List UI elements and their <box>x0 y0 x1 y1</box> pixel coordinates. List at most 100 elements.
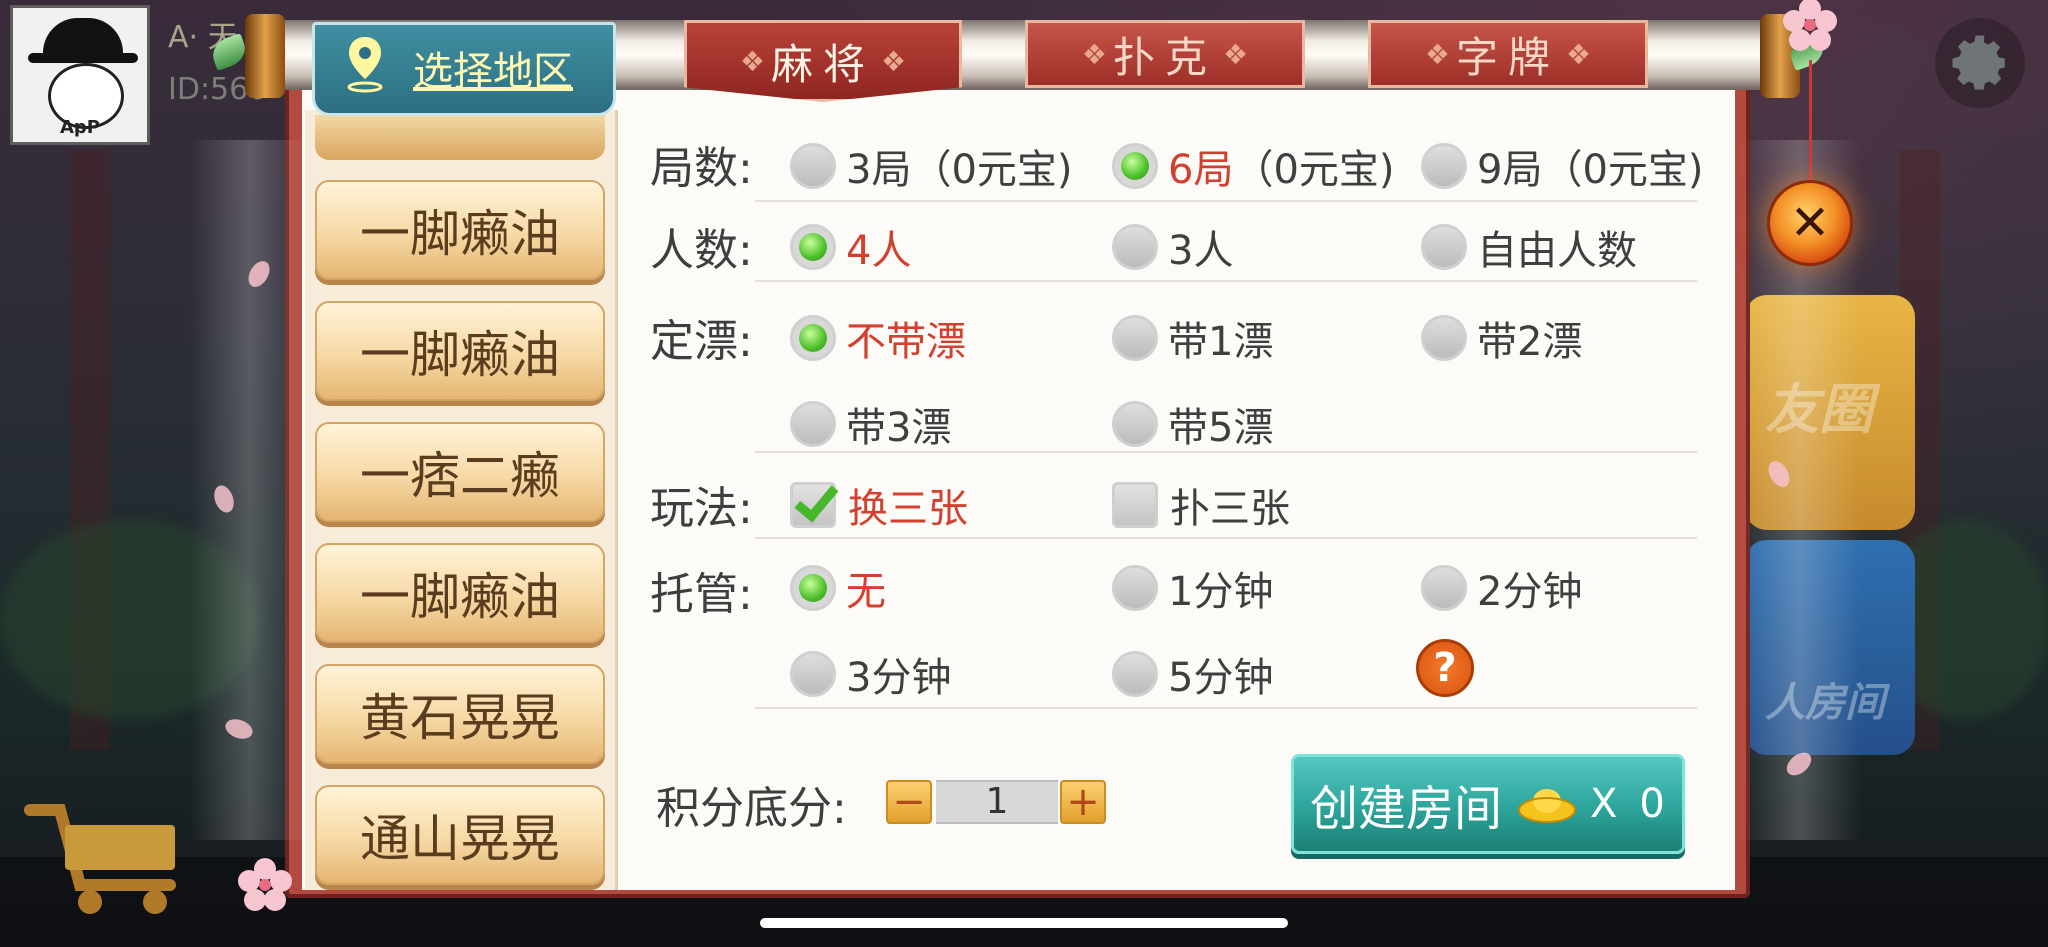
home-indicator[interactable] <box>760 918 1288 928</box>
auto-help-button[interactable]: ? <box>1416 639 1474 697</box>
radio-rounds-9[interactable]: 9局（0元宝) <box>1421 137 1704 195</box>
game-item[interactable]: 通山晃晃 <box>315 785 605 885</box>
radio-rounds-6[interactable]: 6局 （0元宝) <box>1112 137 1395 195</box>
radio-piao-2[interactable]: 带2漂 <box>1421 309 1582 367</box>
score-minus-button[interactable]: − <box>886 779 932 825</box>
score-plus-button[interactable]: + <box>1060 779 1106 825</box>
radio-icon <box>1112 224 1158 270</box>
checkbox-swap-three-label: 换三张 <box>848 486 968 532</box>
option-label-rules: 玩法: <box>650 483 753 534</box>
checkmark-icon <box>790 482 836 528</box>
option-label-players: 人数: <box>650 225 753 276</box>
radio-icon <box>790 401 836 447</box>
radio-icon <box>1421 315 1467 361</box>
radio-auto-none[interactable]: 无 <box>790 559 886 617</box>
radio-piao-none[interactable]: 不带漂 <box>790 309 966 367</box>
create-cost-count: 0 <box>1639 781 1665 827</box>
close-icon: ✕ <box>1789 195 1831 251</box>
radio-rounds-6-suffix: （0元宝) <box>1233 147 1395 193</box>
tab-poker-label: 扑克 <box>1112 32 1217 82</box>
score-label: 积分底分: <box>656 783 847 834</box>
radio-players-4-label: 4人 <box>846 228 912 274</box>
shop-cart-icon[interactable] <box>20 790 190 920</box>
game-list-partial-item <box>315 115 605 160</box>
tab-zipai[interactable]: ❖ 字牌 ❖ <box>1368 20 1648 88</box>
radio-players-4[interactable]: 4人 <box>790 218 911 276</box>
flower-decoration <box>238 858 292 911</box>
tab-mahjong[interactable]: ❖ 麻将 ❖ <box>684 20 962 102</box>
radio-auto-5min-label: 5分钟 <box>1168 655 1274 701</box>
radio-piao-3[interactable]: 带3漂 <box>790 395 951 453</box>
radio-icon <box>790 143 836 189</box>
radio-auto-2min[interactable]: 2分钟 <box>1421 559 1582 617</box>
divider <box>755 280 1697 282</box>
checkbox-icon <box>1112 482 1158 528</box>
radio-rounds-6-label: 6局 <box>1168 147 1234 193</box>
radio-icon <box>1421 565 1467 611</box>
radio-selected-icon <box>1112 143 1158 189</box>
game-item[interactable]: 一脚癞油 <box>315 301 605 401</box>
tab-mahjong-label: 麻将 <box>770 39 875 89</box>
flower-decoration <box>1783 0 1837 51</box>
game-item[interactable]: 一脚癞油 <box>315 180 605 280</box>
radio-auto-3min[interactable]: 3分钟 <box>790 645 951 703</box>
radio-auto-1min-label: 1分钟 <box>1168 569 1274 615</box>
divider <box>755 537 1697 539</box>
radio-icon <box>1112 401 1158 447</box>
settings-gear-icon[interactable] <box>1935 18 2025 108</box>
option-label-auto: 托管: <box>650 569 753 620</box>
radio-piao-2-label: 带2漂 <box>1477 319 1583 365</box>
radio-icon <box>1112 651 1158 697</box>
radio-selected-icon <box>790 315 836 361</box>
radio-players-free[interactable]: 自由人数 <box>1421 218 1637 276</box>
radio-players-3[interactable]: 3人 <box>1112 218 1233 276</box>
radio-selected-icon <box>790 224 836 270</box>
radio-icon <box>1112 565 1158 611</box>
location-pin-icon <box>347 37 383 93</box>
radio-piao-1[interactable]: 带1漂 <box>1112 309 1273 367</box>
create-room-button[interactable]: 创建房间 X 0 <box>1291 754 1685 854</box>
radio-icon <box>1421 224 1467 270</box>
radio-piao-none-label: 不带漂 <box>846 319 966 365</box>
game-item[interactable]: 一痞二癞 <box>315 422 605 522</box>
radio-piao-5[interactable]: 带5漂 <box>1112 395 1273 453</box>
checkbox-pu-three-label: 扑三张 <box>1170 486 1290 532</box>
radio-auto-2min-label: 2分钟 <box>1477 569 1583 615</box>
roller-cap-left <box>245 14 285 98</box>
divider <box>755 451 1697 453</box>
divider <box>755 200 1697 202</box>
checkbox-pu-three[interactable]: 扑三张 <box>1112 476 1290 534</box>
checkbox-swap-three[interactable]: 换三张 <box>790 476 968 534</box>
score-value: 1 <box>936 780 1058 824</box>
option-label-rounds: 局数: <box>650 143 753 194</box>
radio-auto-1min[interactable]: 1分钟 <box>1112 559 1273 617</box>
select-region-label: 选择地区 <box>413 49 573 95</box>
gold-ingot-icon <box>1518 789 1577 823</box>
radio-piao-1-label: 带1漂 <box>1168 319 1274 365</box>
avatar[interactable]: ApP <box>10 5 150 145</box>
create-cost-multiplier: X <box>1590 781 1618 827</box>
avatar-label: ApP <box>59 117 100 138</box>
radio-auto-5min[interactable]: 5分钟 <box>1112 645 1273 703</box>
radio-players-free-label: 自由人数 <box>1477 228 1637 274</box>
radio-auto-none-label: 无 <box>846 569 886 615</box>
radio-icon <box>1112 315 1158 361</box>
select-region-button[interactable]: 选择地区 <box>312 22 616 116</box>
radio-icon <box>1421 143 1467 189</box>
game-item[interactable]: 一脚癞油 <box>315 543 605 643</box>
radio-rounds-9-label: 9局（0元宝) <box>1477 147 1704 193</box>
close-button[interactable]: ✕ <box>1767 180 1853 266</box>
divider <box>755 707 1697 709</box>
option-label-piao: 定漂: <box>650 316 753 367</box>
game-item[interactable]: 黄石晃晃 <box>315 664 605 764</box>
radio-auto-3min-label: 3分钟 <box>846 655 952 701</box>
help-icon: ? <box>1416 639 1474 697</box>
tab-poker[interactable]: ❖ 扑克 ❖ <box>1025 20 1305 88</box>
radio-rounds-3-label: 3局（0元宝) <box>846 147 1073 193</box>
radio-players-3-label: 3人 <box>1168 228 1234 274</box>
radio-piao-3-label: 带3漂 <box>846 405 952 451</box>
radio-rounds-3[interactable]: 3局（0元宝) <box>790 137 1073 195</box>
lantern-string <box>1809 60 1812 190</box>
radio-selected-icon <box>790 565 836 611</box>
radio-icon <box>790 651 836 697</box>
